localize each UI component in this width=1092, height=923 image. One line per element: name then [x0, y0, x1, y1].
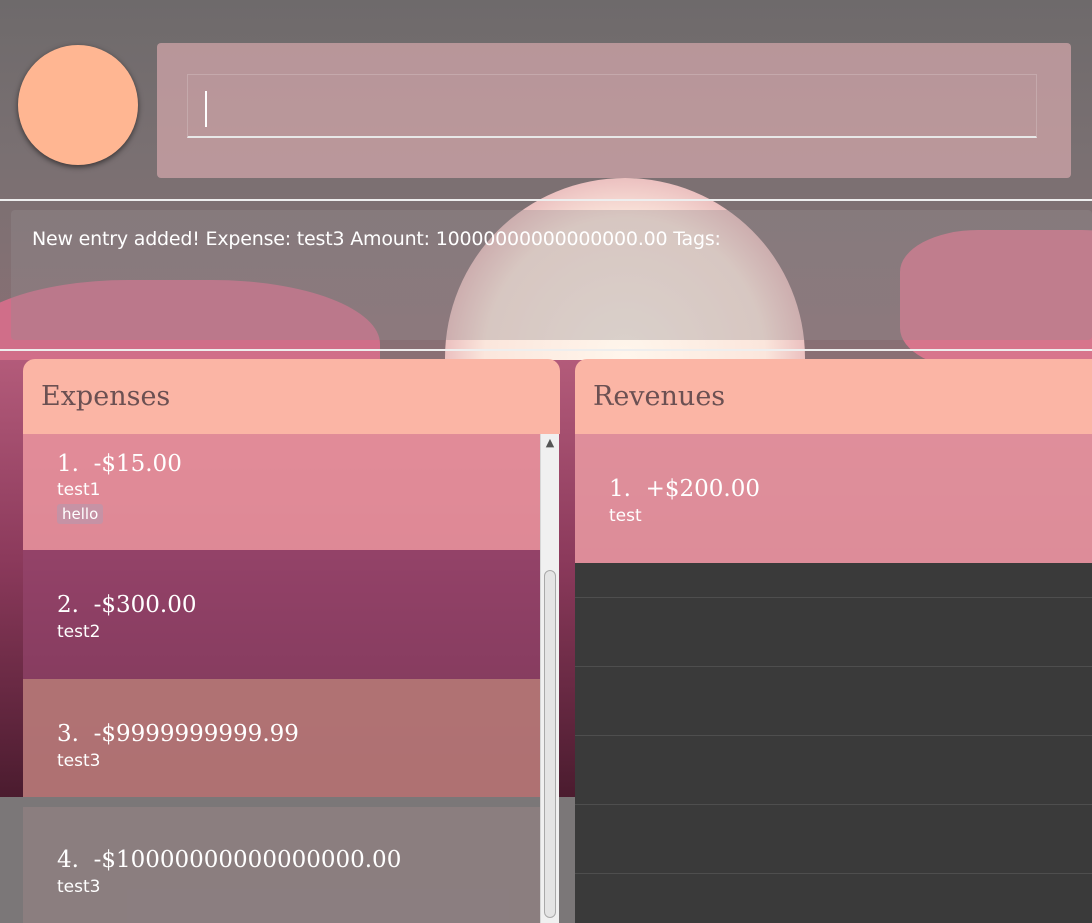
avatar — [18, 45, 138, 165]
expenses-panel: Expenses 1. -$15.00 test1 hello 2. -$300… — [23, 359, 560, 923]
expense-amount: -$9999999999.99 — [93, 721, 299, 747]
result-display: New entry added! Expense: test3 Amount: … — [11, 210, 1092, 340]
list-row-divider — [575, 735, 1092, 736]
command-input[interactable] — [187, 74, 1037, 138]
expense-card[interactable]: 4. -$10000000000000000.00 test3 — [23, 807, 540, 923]
expenses-scrollbar[interactable]: ▲ — [540, 434, 559, 923]
expense-card[interactable]: 2. -$300.00 test2 — [23, 550, 540, 679]
divider-top — [0, 199, 1092, 201]
expenses-header: Expenses — [23, 359, 560, 434]
list-row-divider — [575, 873, 1092, 874]
revenue-description: test — [609, 506, 642, 526]
expense-index: 3. — [57, 721, 79, 747]
expense-tag: hello — [57, 504, 104, 524]
revenue-amount: +$200.00 — [645, 476, 760, 502]
expense-index: 1. — [57, 451, 79, 477]
revenue-card[interactable]: 1. +$200.00 test — [575, 434, 1092, 563]
divider-middle — [0, 349, 1092, 351]
expense-card[interactable]: 1. -$15.00 test1 hello — [23, 434, 540, 550]
expense-card[interactable]: 3. -$9999999999.99 test3 — [23, 679, 540, 797]
revenues-header: Revenues — [575, 359, 1092, 434]
scroll-thumb[interactable] — [544, 570, 556, 918]
expense-amount: -$10000000000000000.00 — [93, 847, 402, 873]
expense-description: test1 — [57, 480, 101, 500]
text-caret — [205, 91, 207, 127]
list-row-divider — [575, 804, 1092, 805]
scroll-up-icon[interactable]: ▲ — [541, 434, 559, 452]
revenue-index: 1. — [609, 476, 631, 502]
expense-index: 2. — [57, 592, 79, 618]
list-row-divider — [575, 666, 1092, 667]
expense-amount: -$300.00 — [93, 592, 197, 618]
expense-index: 4. — [57, 847, 79, 873]
revenues-title: Revenues — [593, 381, 726, 412]
command-box — [157, 43, 1071, 178]
expense-amount: -$15.00 — [93, 451, 182, 477]
result-message: New entry added! Expense: test3 Amount: … — [32, 228, 721, 250]
revenues-empty-area — [575, 563, 1092, 923]
expense-description: test3 — [57, 877, 101, 897]
list-row-divider — [575, 597, 1092, 598]
expense-description: test3 — [57, 751, 101, 771]
expense-description: test2 — [57, 622, 101, 642]
revenues-panel: Revenues 1. +$200.00 test — [575, 359, 1092, 923]
expenses-title: Expenses — [41, 381, 171, 412]
